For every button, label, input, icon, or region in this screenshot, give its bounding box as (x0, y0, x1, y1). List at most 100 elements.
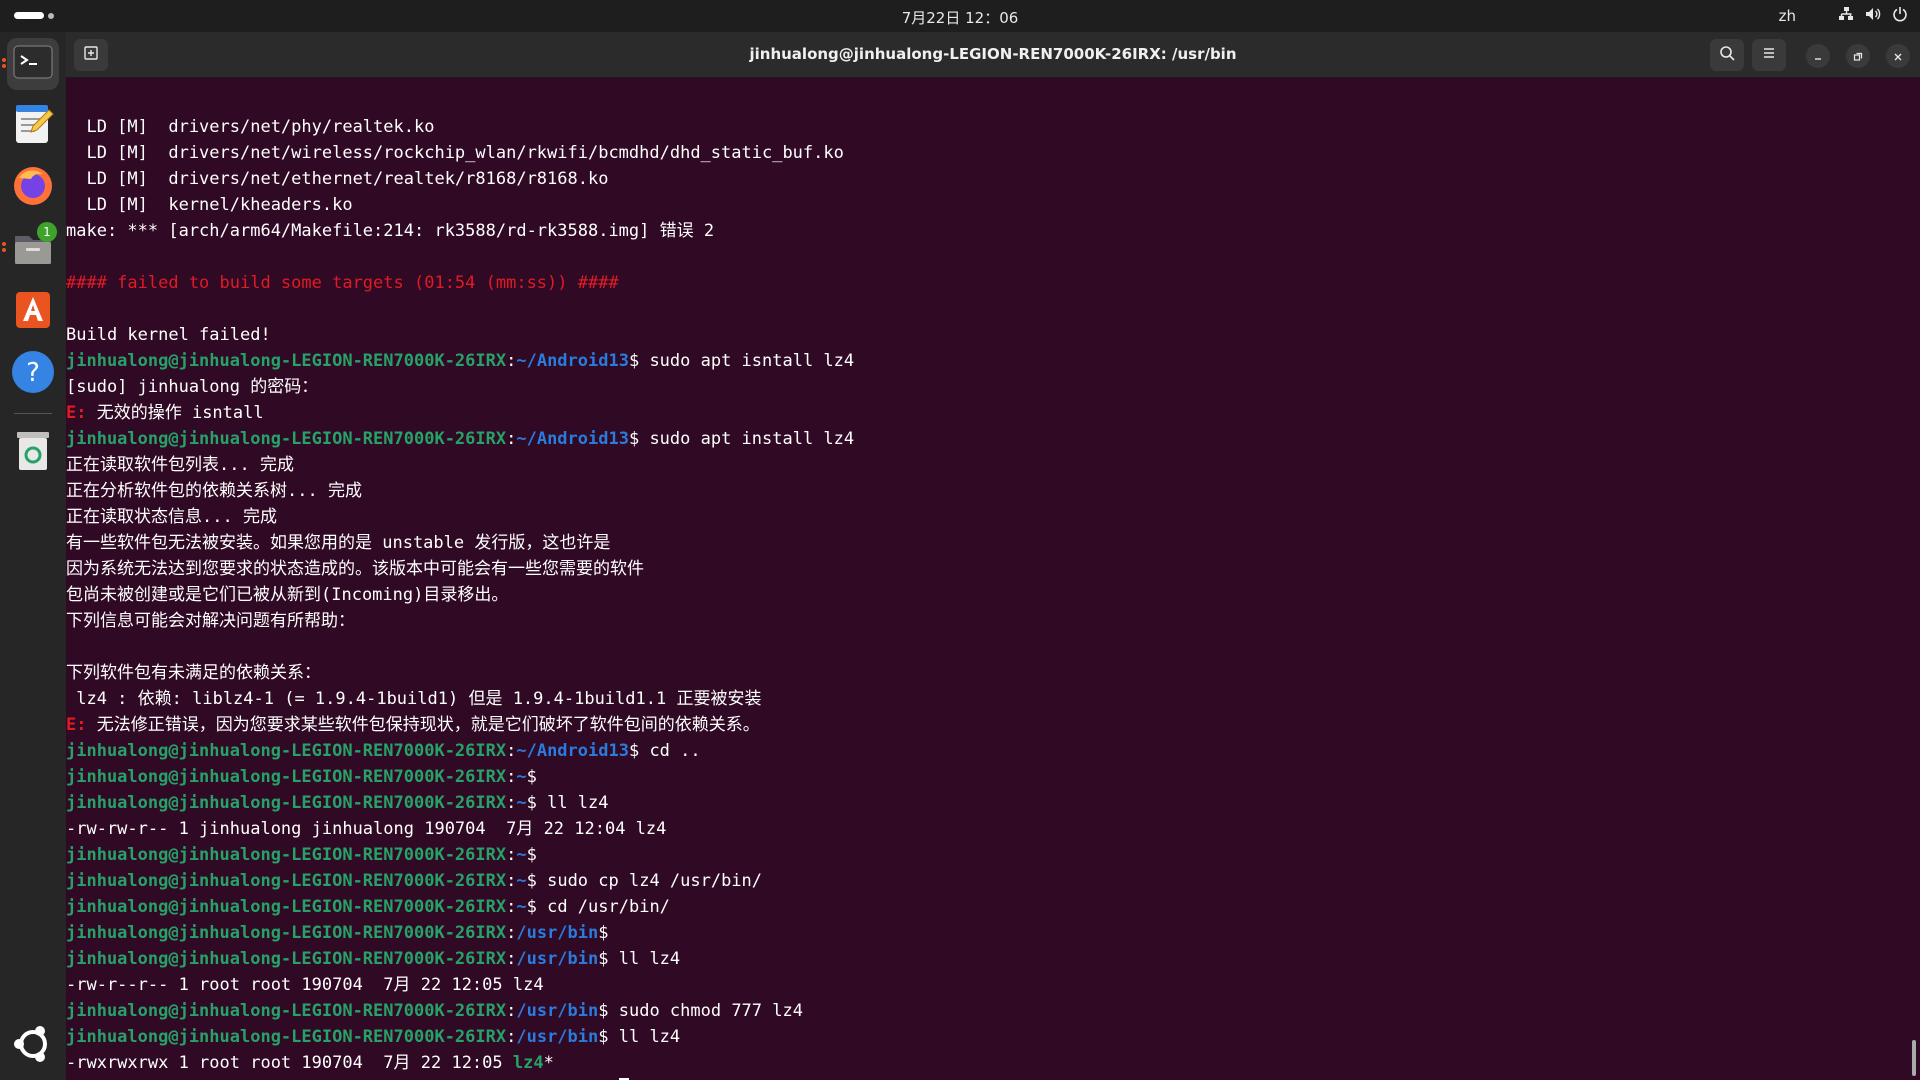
terminal-icon (12, 41, 54, 87)
prompt-path: /usr/bin (516, 949, 599, 969)
output-line: Build kernel failed! (66, 322, 1920, 348)
output-line: 正在读取状态信息... 完成 (66, 504, 1920, 530)
window-headerbar[interactable]: jinhualong@jinhualong-LEGION-REN7000K-26… (66, 32, 1920, 78)
prompt-path: ~/Android13 (516, 741, 629, 761)
prompt-dollar: $ (526, 897, 537, 917)
line-text: 下列信息可能会对解决问题有所帮助： (66, 611, 355, 631)
prompt-user: jinhualong@jinhualong-LEGION-REN7000K-26… (66, 845, 507, 865)
output-line: 因为系统无法达到您要求的状态造成的。该版本中可能会有一些您需要的软件 (66, 556, 1920, 582)
prompt-path: ~/Android13 (516, 351, 629, 371)
prompt-line: jinhualong@jinhualong-LEGION-REN7000K-26… (66, 790, 1920, 816)
line-text: [sudo] jinhualong 的密码： (66, 377, 319, 397)
command-text: sudo chmod 777 lz4 (608, 1001, 803, 1021)
dock-firefox[interactable] (7, 162, 59, 214)
activities-button[interactable] (14, 12, 54, 19)
prompt-colon: : (506, 845, 517, 865)
dock-trash[interactable] (7, 426, 59, 478)
prompt-line: jinhualong@jinhualong-LEGION-REN7000K-26… (66, 426, 1920, 452)
prompt-line: jinhualong@jinhualong-LEGION-REN7000K-26… (66, 842, 1920, 868)
hamburger-menu-icon (1761, 45, 1777, 65)
running-indicator (2, 64, 6, 68)
main-menu-button[interactable] (1752, 39, 1786, 71)
restore-button[interactable] (1846, 44, 1870, 68)
output-line: 正在读取软件包列表... 完成 (66, 452, 1920, 478)
output-line: #### failed to build some targets (01:54… (66, 270, 1920, 296)
command-text: sudo cp lz4 /usr/bin/ (536, 871, 763, 891)
prompt-path: ~ (516, 871, 527, 891)
line-text: make: *** [arch/arm64/Makefile:214: rk35… (66, 221, 715, 241)
line-text: #### failed to build some targets (01:54… (66, 273, 619, 293)
workspace-indicator (48, 12, 54, 19)
dock-terminal[interactable] (7, 38, 59, 90)
dock-show-apps[interactable] (7, 1020, 59, 1072)
prompt-line: jinhualong@jinhualong-LEGION-REN7000K-26… (66, 348, 1920, 374)
clock[interactable]: 7月22日 12：06 (902, 9, 1019, 27)
executable-marker: * (543, 1053, 554, 1073)
prompt-path: ~ (516, 767, 527, 787)
search-button[interactable] (1710, 39, 1744, 71)
ubuntu-logo-icon (11, 1022, 55, 1070)
line-text: LD [M] kernel/kheaders.ko (66, 195, 353, 215)
prompt-line: jinhualong@jinhualong-LEGION-REN7000K-26… (66, 868, 1920, 894)
dock-help[interactable]: ? (7, 348, 59, 400)
prompt-user: jinhualong@jinhualong-LEGION-REN7000K-26… (66, 897, 507, 917)
line-text: 无法修正错误，因为您要求某些软件包保持现状，就是它们破坏了软件包间的依赖关系。 (96, 715, 760, 735)
prompt-dollar: $ (598, 1001, 609, 1021)
line-text: 有一些软件包无法被安装。如果您用的是 unstable 发行版，这也许是 (66, 533, 611, 553)
dock-text-editor[interactable] (7, 100, 59, 152)
prompt-colon: : (506, 1027, 517, 1047)
new-tab-button[interactable] (74, 39, 108, 71)
line-text: 正在读取软件包列表... 完成 (66, 455, 294, 475)
prompt-dollar: $ (598, 1027, 609, 1047)
output-line: LD [M] drivers/net/ethernet/realtek/r816… (66, 166, 1920, 192)
prompt-dollar: $ (628, 351, 640, 371)
line-text: 下列软件包有未满足的依赖关系： (66, 663, 321, 683)
volume-icon (1864, 6, 1882, 22)
top-bar: 7月22日 12：06 zh (0, 0, 1920, 32)
terminal-output[interactable]: LD [M] drivers/net/phy/realtek.ko LD [M]… (66, 78, 1920, 1080)
error-prefix: E: (66, 403, 97, 423)
error-prefix: E: (66, 715, 97, 735)
output-line: E: 无法修正错误，因为您要求某些软件包保持现状，就是它们破坏了软件包间的依赖关… (66, 712, 1920, 738)
scrollbar[interactable] (1912, 1040, 1916, 1076)
line-text: 无效的操作 isntall (96, 403, 264, 423)
output-line: LD [M] drivers/net/wireless/rockchip_wla… (66, 140, 1920, 166)
prompt-line: jinhualong@jinhualong-LEGION-REN7000K-26… (66, 998, 1920, 1024)
terminal-window: jinhualong@jinhualong-LEGION-REN7000K-26… (66, 32, 1920, 1080)
command-text: sudo apt isntall lz4 (639, 351, 855, 371)
line-text: -rw-rw-r-- 1 jinhualong jinhualong 19070… (66, 819, 667, 839)
command-text: cd .. (639, 741, 701, 761)
prompt-dollar: $ (628, 429, 640, 449)
prompt-line: jinhualong@jinhualong-LEGION-REN7000K-26… (66, 1024, 1920, 1050)
prompt-colon: : (506, 1001, 517, 1021)
output-line: lz4 : 依赖: liblz4-1 (= 1.9.4-1build1) 但是 … (66, 686, 1920, 712)
dock: 1 ? (0, 32, 66, 1080)
prompt-dollar: $ (598, 949, 609, 969)
prompt-path: /usr/bin (516, 923, 599, 943)
dock-files[interactable]: 1 (7, 222, 59, 276)
executable-name: lz4 (512, 1053, 544, 1073)
prompt-path: ~ (516, 793, 527, 813)
power-icon (1892, 6, 1908, 22)
line-text: -rw-r--r-- 1 root root 190704 7月 22 12:0… (66, 975, 544, 995)
workspace-indicator-active (14, 12, 44, 19)
prompt-path: /usr/bin (516, 1027, 599, 1047)
dock-separator (14, 413, 52, 414)
prompt-dollar: $ (628, 741, 640, 761)
prompt-user: jinhualong@jinhualong-LEGION-REN7000K-26… (66, 741, 507, 761)
minimize-button[interactable] (1806, 44, 1830, 68)
dock-app-center[interactable] (7, 286, 59, 338)
prompt-line: jinhualong@jinhualong-LEGION-REN7000K-26… (66, 1076, 1920, 1080)
output-line: -rwxrwxrwx 1 root root 190704 7月 22 12:0… (66, 1050, 1920, 1076)
system-menu[interactable] (1838, 6, 1908, 22)
prompt-line: jinhualong@jinhualong-LEGION-REN7000K-26… (66, 894, 1920, 920)
output-line: [sudo] jinhualong 的密码： (66, 374, 1920, 400)
restore-icon (1853, 47, 1863, 66)
prompt-user: jinhualong@jinhualong-LEGION-REN7000K-26… (66, 1001, 507, 1021)
command-text: cd /usr/bin/ (536, 897, 670, 917)
input-method-indicator[interactable]: zh (1779, 7, 1796, 25)
output-line: LD [M] drivers/net/phy/realtek.ko (66, 114, 1920, 140)
close-button[interactable] (1886, 44, 1910, 68)
command-text: sudo apt install lz4 (639, 429, 855, 449)
line-text: LD [M] drivers/net/ethernet/realtek/r816… (66, 169, 609, 189)
